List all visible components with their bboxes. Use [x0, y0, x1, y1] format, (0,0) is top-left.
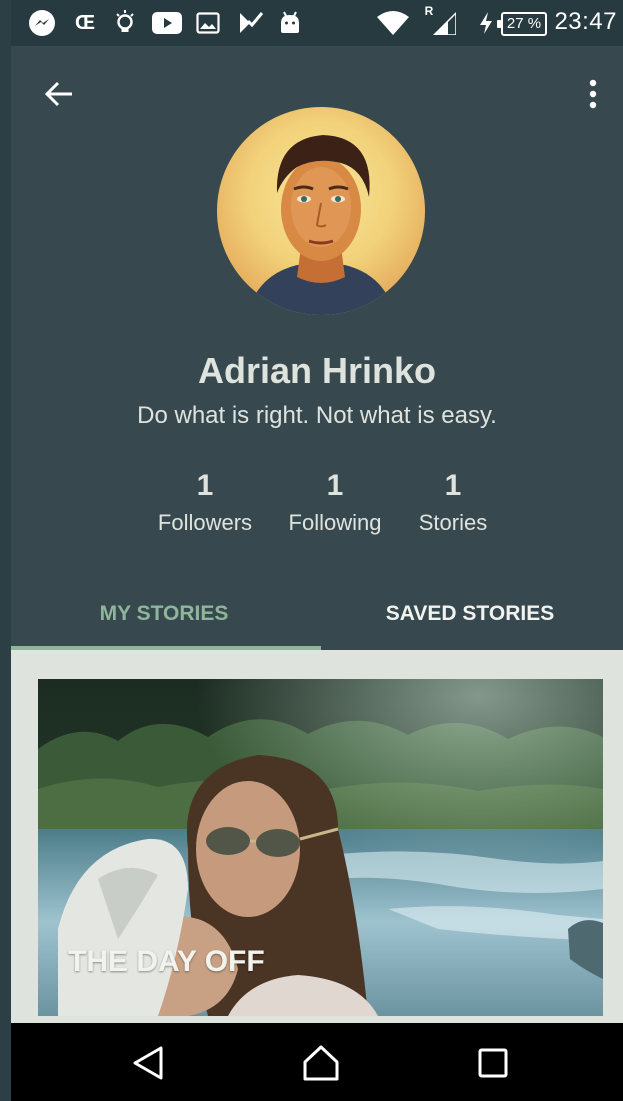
- stat-following[interactable]: 1 Following: [279, 468, 391, 536]
- youtube-icon: [151, 9, 183, 37]
- stat-value: 1: [326, 469, 344, 502]
- nav-back-button[interactable]: [124, 1039, 172, 1087]
- stat-value: 1: [196, 469, 214, 502]
- avatar-portrait: [247, 135, 395, 315]
- nav-home-button[interactable]: [297, 1039, 345, 1087]
- story-title: THE DAY OFF: [68, 945, 265, 978]
- story-card[interactable]: THE DAY OFF: [38, 679, 603, 1016]
- app-screen: Œ R 27 % 23:47 Adrian Hrinko Do what is …: [11, 0, 623, 1101]
- gallery-icon: [195, 9, 221, 37]
- back-triangle-icon: [133, 1046, 163, 1080]
- profile-bio: Do what is right. Not what is easy.: [137, 402, 497, 429]
- tab-saved-stories[interactable]: SAVED STORIES: [317, 578, 623, 650]
- outlook-icon: Œ: [75, 11, 95, 34]
- signal-icon: [431, 9, 457, 37]
- tab-my-stories[interactable]: MY STORIES: [11, 578, 317, 650]
- back-button[interactable]: [37, 72, 81, 116]
- home-icon: [303, 1045, 339, 1081]
- arrow-back-icon: [44, 81, 72, 107]
- lightbulb-icon: [113, 9, 137, 37]
- navigation-bar: [11, 1023, 623, 1101]
- android-icon: [277, 9, 303, 37]
- more-options-button[interactable]: [571, 72, 615, 116]
- avatar[interactable]: [217, 107, 425, 315]
- status-bar: Œ R 27 % 23:47: [11, 0, 623, 46]
- stat-label: Followers: [157, 510, 253, 535]
- more-vertical-icon: [589, 79, 597, 109]
- profile-name: Adrian Hrinko: [197, 350, 437, 391]
- recents-icon: [478, 1048, 508, 1078]
- tab-indicator: [11, 646, 321, 650]
- stat-stories[interactable]: 1 Stories: [411, 468, 495, 536]
- story-tabs: MY STORIES SAVED STORIES: [11, 578, 623, 650]
- charging-icon: [477, 9, 495, 37]
- stat-label: Stories: [418, 510, 488, 535]
- stat-label: Following: [288, 510, 382, 535]
- keep-icon: [237, 9, 265, 37]
- battery-level: 27 %: [497, 12, 547, 36]
- stat-followers[interactable]: 1 Followers: [153, 468, 257, 536]
- device-frame: Œ R 27 % 23:47 Adrian Hrinko Do what is …: [0, 0, 623, 1101]
- clock: 23:47: [554, 8, 617, 35]
- wifi-icon: [375, 9, 411, 37]
- nav-recents-button[interactable]: [469, 1039, 517, 1087]
- profile-header: Adrian Hrinko Do what is right. Not what…: [11, 46, 623, 650]
- messenger-icon: [27, 9, 57, 37]
- stat-value: 1: [444, 469, 462, 502]
